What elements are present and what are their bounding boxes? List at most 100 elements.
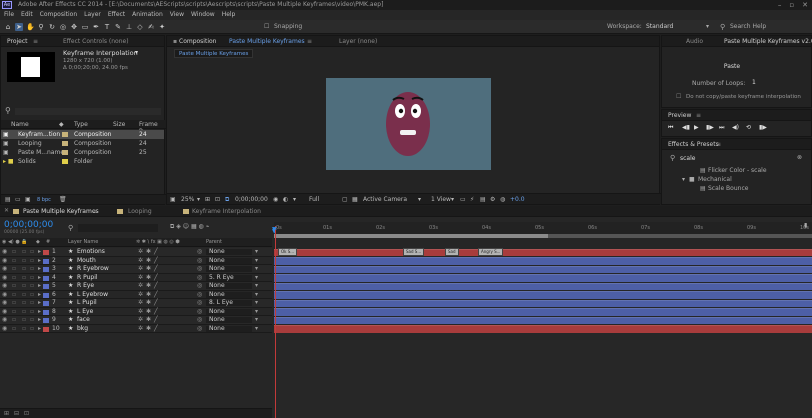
- shy-switch-icon[interactable]: ✲: [138, 316, 143, 324]
- parent-pickwhip-icon[interactable]: ◎: [197, 257, 202, 265]
- visibility-eye-icon[interactable]: ◉: [2, 316, 7, 324]
- draft-3d-icon[interactable]: ◈: [176, 223, 181, 230]
- layer-label-color[interactable]: [43, 250, 49, 255]
- chevron-down-icon[interactable]: ▾: [255, 325, 258, 333]
- layer-name[interactable]: R Eyebrow: [77, 265, 109, 273]
- av-switches-icon[interactable]: ◉ ◀) ● 🔒: [2, 239, 28, 245]
- layer-row[interactable]: ◉ ▫ ▫ ▫ ▸ 5 ★ R Eye ✲ ✱ ╱ ◎ None ▾: [0, 282, 272, 291]
- visibility-eye-icon[interactable]: ◉: [2, 274, 7, 282]
- parent-pickwhip-icon[interactable]: ◎: [197, 248, 202, 256]
- exposure-value[interactable]: +0.0: [510, 196, 525, 203]
- label-column-icon[interactable]: ◆: [36, 239, 40, 245]
- workspace-select[interactable]: Standard: [646, 23, 673, 31]
- quality-switch-icon[interactable]: ╱: [154, 299, 158, 307]
- solo-toggle-icon[interactable]: ▫: [22, 299, 26, 307]
- new-comp-icon[interactable]: ▣: [25, 196, 31, 203]
- effects-list-item[interactable]: ▤ Flicker Color - scale: [662, 166, 811, 175]
- expand-arrow-icon[interactable]: ▸: [38, 257, 41, 265]
- snapshot-icon[interactable]: ⧉: [225, 196, 229, 204]
- label-swatch[interactable]: [62, 159, 68, 164]
- previous-frame-icon[interactable]: ◀▮: [682, 124, 690, 131]
- quality-switch-icon[interactable]: ╱: [154, 316, 158, 324]
- label-swatch[interactable]: [62, 141, 68, 146]
- timeline-icon[interactable]: ▤: [480, 196, 486, 203]
- parent-pickwhip-icon[interactable]: ◎: [197, 291, 202, 299]
- chevron-down-icon[interactable]: ▾: [255, 274, 258, 282]
- camera-tool-icon[interactable]: ◎: [59, 23, 67, 31]
- comp-button-icon[interactable]: ▮: [804, 222, 807, 229]
- layer-name[interactable]: R Eye: [77, 282, 94, 290]
- timeline-empty-area[interactable]: [274, 333, 812, 418]
- loops-input[interactable]: 1: [752, 79, 772, 87]
- shy-switch-icon[interactable]: ✲: [138, 265, 143, 273]
- layer-row[interactable]: ◉ ▫ ▫ ▫ ▸ 1 ★ Emotions ✲ ✱ ╱ ◎ None ▾: [0, 248, 272, 257]
- new-folder-icon[interactable]: ▭: [15, 196, 21, 203]
- column-type[interactable]: Type: [74, 121, 88, 128]
- close-icon[interactable]: ✕: [802, 0, 808, 10]
- roto-brush-tool-icon[interactable]: ✍: [147, 23, 155, 31]
- layer-duration-bar[interactable]: [274, 282, 812, 290]
- shy-switch-icon[interactable]: ✲: [138, 291, 143, 299]
- quality-switch-icon[interactable]: ╱: [154, 282, 158, 290]
- ram-preview-icon[interactable]: ▮▶: [759, 124, 767, 131]
- chevron-down-icon[interactable]: ▾: [255, 299, 258, 307]
- tab-composition-name[interactable]: Paste Multiple Keyframes: [229, 36, 305, 47]
- motion-blur-icon[interactable]: ◍: [199, 223, 204, 230]
- comp-mini-flowchart-icon[interactable]: ⧉: [170, 223, 174, 230]
- close-tab-icon[interactable]: ✕: [4, 207, 9, 214]
- expand-arrow-icon[interactable]: ▸: [38, 274, 41, 282]
- layer-duration-bar[interactable]: [274, 265, 812, 273]
- time-ruler[interactable]: 0s01s02s03s04s05s06s07s08s09s10s ▼: [272, 222, 812, 238]
- audio-toggle-icon[interactable]: ▫: [12, 308, 16, 316]
- chevron-down-icon[interactable]: ▾: [682, 175, 685, 184]
- visibility-eye-icon[interactable]: ◉: [2, 308, 7, 316]
- visibility-eye-icon[interactable]: ◉: [2, 291, 7, 299]
- keyframe-marker[interactable]: Sad S...: [403, 248, 425, 256]
- toggle-pixel-aspect-icon[interactable]: ▭: [460, 196, 466, 203]
- audio-toggle-icon[interactable]: ▫: [12, 291, 16, 299]
- lock-toggle-icon[interactable]: ▫: [30, 325, 34, 333]
- menu-help[interactable]: Help: [222, 10, 236, 20]
- maximize-icon[interactable]: ▫: [789, 0, 794, 10]
- type-tool-icon[interactable]: T: [103, 23, 111, 31]
- effects-search-input[interactable]: scale: [680, 154, 804, 163]
- layer-label-color[interactable]: [43, 292, 49, 298]
- expand-arrow-icon[interactable]: ▸: [38, 316, 41, 324]
- lock-toggle-icon[interactable]: ▫: [30, 308, 34, 316]
- shy-switch-icon[interactable]: ✲: [138, 299, 143, 307]
- last-frame-icon[interactable]: ⏭: [719, 124, 724, 132]
- chevron-down-icon[interactable]: ▾: [255, 308, 258, 316]
- layer-row[interactable]: ◉ ▫ ▫ ▫ ▸ 2 ★ Mouth ✲ ✱ ╱ ◎ None ▾: [0, 256, 272, 265]
- frame-blending-icon[interactable]: ▦: [191, 223, 197, 230]
- clear-search-icon[interactable]: ⊗: [797, 154, 802, 161]
- loop-icon[interactable]: ⟲: [746, 124, 751, 131]
- parent-pickwhip-icon[interactable]: ◎: [197, 325, 202, 333]
- home-icon[interactable]: ⌂: [4, 23, 12, 31]
- parent-pickwhip-icon[interactable]: ◎: [197, 308, 202, 316]
- lock-toggle-icon[interactable]: ▫: [30, 299, 34, 307]
- tab-menu-icon[interactable]: ≡: [29, 36, 42, 47]
- solo-toggle-icon[interactable]: ▫: [22, 291, 26, 299]
- shy-switch-icon[interactable]: ✲: [138, 308, 143, 316]
- parent-select[interactable]: None: [206, 249, 252, 255]
- tab-paste-multiple-keyframes[interactable]: Paste Multiple Keyframes v2.0: [720, 36, 812, 47]
- shy-switch-icon[interactable]: ✲: [138, 248, 143, 256]
- layer-duration-bar[interactable]: [274, 248, 812, 256]
- comp-canvas[interactable]: [326, 78, 491, 170]
- lock-toggle-icon[interactable]: ▫: [30, 274, 34, 282]
- expand-arrow-icon[interactable]: ▸: [38, 291, 41, 299]
- collapse-switch-icon[interactable]: ✱: [146, 282, 151, 290]
- tab-layer[interactable]: Layer (none): [335, 36, 381, 47]
- camera-icon[interactable]: ◉: [273, 196, 278, 203]
- layer-name[interactable]: Emotions: [77, 248, 105, 256]
- region-of-interest-icon[interactable]: ▢: [342, 196, 348, 203]
- tab-audio[interactable]: Audio: [682, 36, 707, 47]
- project-item-row[interactable]: ▣ Looping Composition 24: [1, 139, 164, 148]
- layer-name[interactable]: Mouth: [77, 257, 96, 265]
- parent-select[interactable]: None: [206, 283, 252, 289]
- hand-tool-icon[interactable]: ✋: [26, 23, 35, 31]
- parent-select[interactable]: None: [206, 317, 252, 323]
- mask-tool-icon[interactable]: ▭: [81, 23, 89, 31]
- shy-switch-icon[interactable]: ✲: [138, 282, 143, 290]
- zoom-select[interactable]: 25%: [181, 196, 194, 203]
